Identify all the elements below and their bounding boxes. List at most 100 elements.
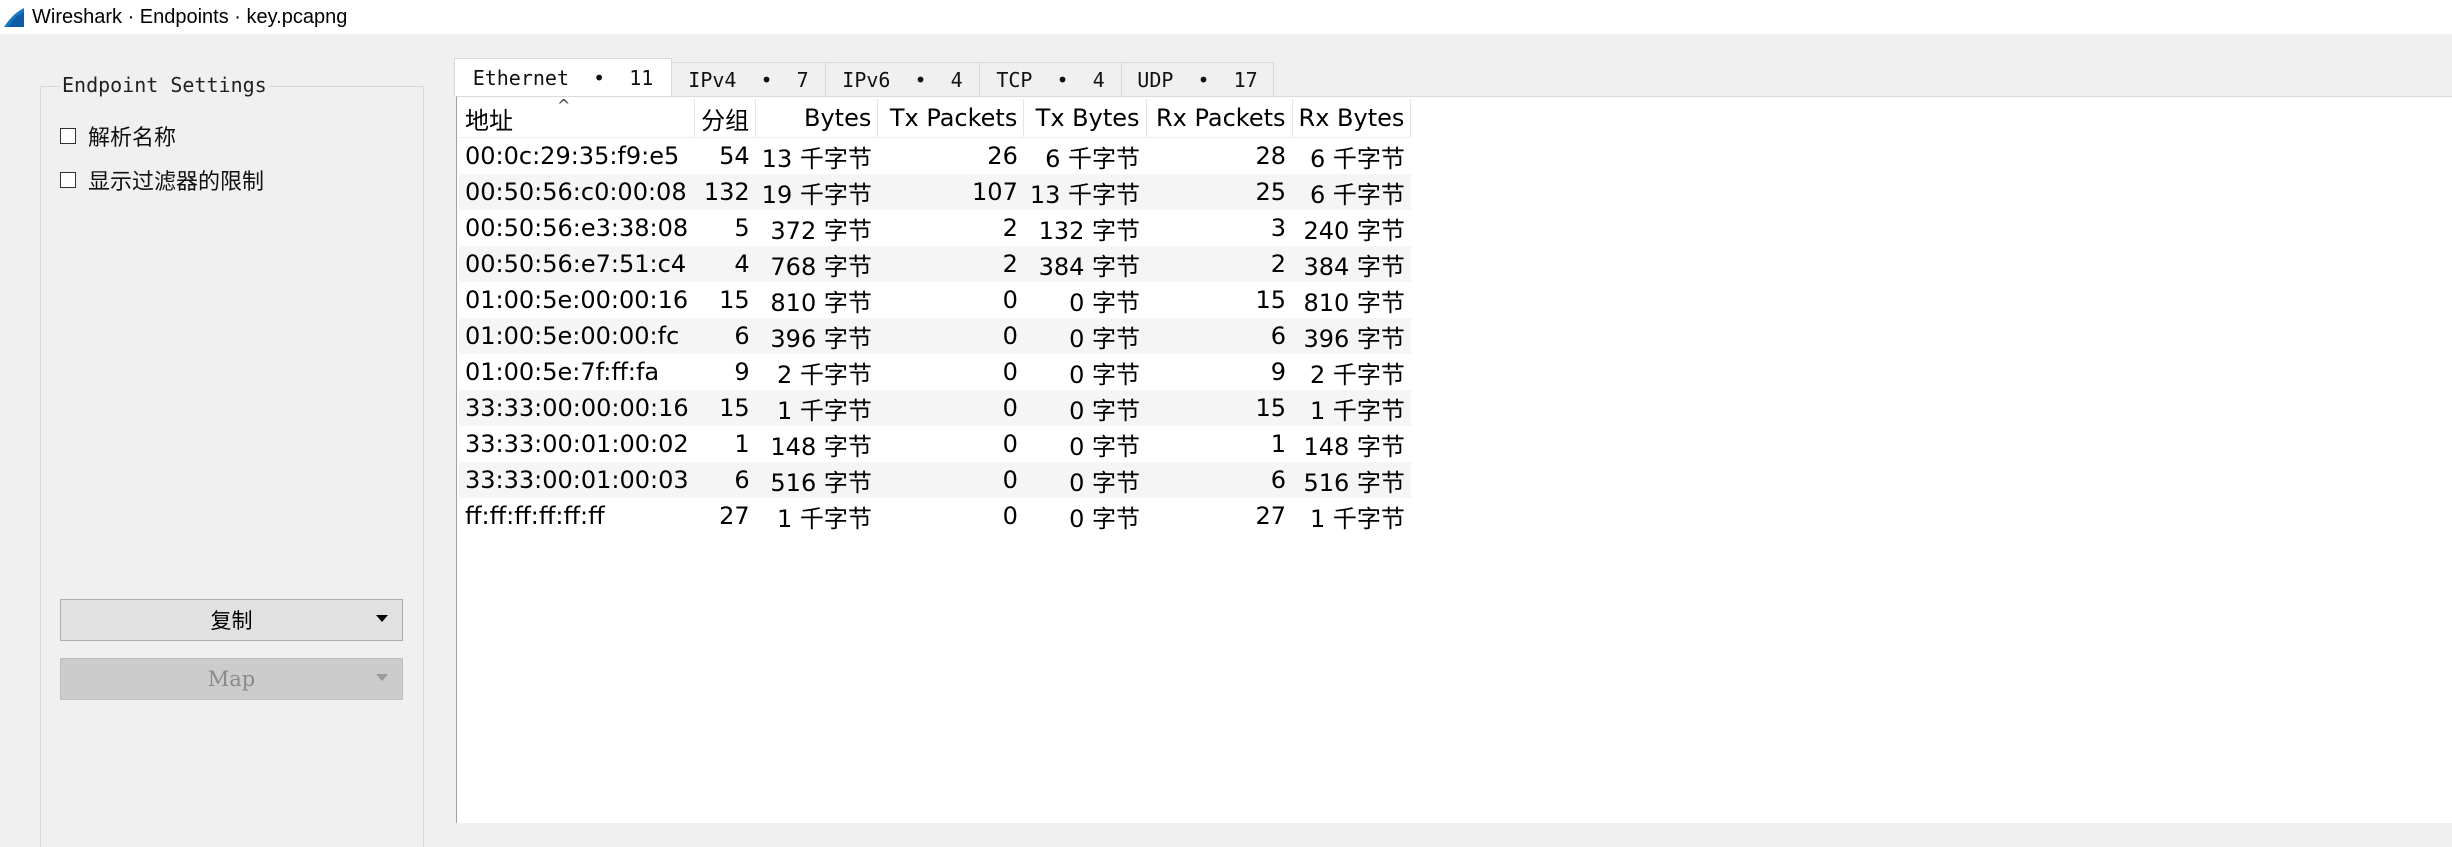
limit-to-filter-checkbox[interactable] [60,172,76,188]
table-cell: 0 [1002,430,1018,458]
endpoint-settings-group [40,86,424,847]
table-cell: 01:00:5e:00:00:16 [465,286,689,314]
endpoints-pane: ^ 地址 分组 Bytes Tx Packets Tx Bytes Rx Pac… [456,96,2452,823]
table-cell: 1 千字节 [1292,390,1411,426]
table-cell: 6 千字节 [1309,144,1405,173]
table-cell: 54 [719,142,750,170]
column-header-bytes[interactable]: Bytes [755,99,879,138]
tab-ipv4[interactable]: IPv4 • 7 [671,62,826,96]
table-cell: 4 [694,246,756,282]
tab-ipv6-label: IPv6 • 4 [842,67,963,92]
table-cell: 00:50:56:e3:38:08 [465,214,689,242]
table-cell: 107 [877,174,1024,210]
table-cell: 0 字节 [1069,504,1141,533]
table-cell: 6 [1146,462,1293,498]
tab-ipv4-label: IPv4 • 7 [688,67,809,92]
table-cell: 1 [1270,430,1287,458]
table-cell: 1 千字节 [755,390,878,426]
table-cell: 516 字节 [755,462,878,498]
table-cell: 13 千字节 [761,144,872,173]
table-cell: 810 字节 [1303,288,1405,317]
table-cell: 33:33:00:01:00:02 [465,430,689,458]
table-row[interactable]: 01:00:5e:00:00:16 15 810 字节 0 0 字节 15 810 字节 [459,282,1411,318]
tab-ipv6[interactable]: IPv6 • 4 [825,62,980,96]
table-cell: 0 [877,390,1024,426]
table-row[interactable]: 00:50:56:e7:51:c4 4 768 字节 2 384 字节 2 384 字节 [459,246,1411,282]
sort-ascending-icon: ^ [557,96,571,115]
limit-to-filter-option[interactable]: 显示过滤器的限制 [60,164,264,196]
table-row[interactable]: ff:ff:ff:ff:ff:ff 27 1 千字节 0 0 字节 27 1 千字节 [459,498,1411,534]
table-cell: 2 [1002,214,1018,242]
table-cell: 132 [694,174,756,210]
column-header-rx-bytes[interactable]: Rx Bytes [1292,99,1412,138]
table-cell: 0 字节 [1069,432,1141,461]
tab-udp-label: UDP • 17 [1137,67,1258,92]
tab-tcp-label: TCP • 4 [996,67,1105,92]
table-cell: 0 [877,462,1024,498]
endpoints-table: ^ 地址 分组 Bytes Tx Packets Tx Bytes Rx Pac… [459,96,1412,534]
table-cell: 384 字节 [1023,246,1147,282]
table-cell: 26 [987,142,1018,170]
table-cell: 810 字节 [770,288,872,317]
tab-ethernet-label: Ethernet • 11 [472,65,654,90]
table-cell: 0 字节 [1023,462,1147,498]
title-bar: Wireshark · Endpoints · key.pcapng [0,0,2452,34]
table-cell: 0 字节 [1069,360,1141,389]
table-cell: 148 字节 [1303,432,1405,461]
table-row[interactable]: 33:33:00:01:00:02 1 148 字节 0 0 字节 1 148 字节 [459,426,1411,462]
resolve-names-option[interactable]: 解析名称 [60,120,176,152]
table-cell: 384 字节 [1292,246,1411,282]
resolve-names-label: 解析名称 [88,126,177,151]
table-cell: 1 千字节 [776,504,872,533]
table-cell: 240 字节 [1303,216,1405,245]
tab-tcp[interactable]: TCP • 4 [979,62,1122,96]
table-cell: 0 [1002,286,1018,314]
table-cell: 15 [694,390,756,426]
table-cell: 0 [1002,502,1018,530]
table-cell: 148 字节 [770,432,872,461]
wireshark-fin-icon [4,8,24,27]
map-button-label: Map [207,667,256,691]
copy-button-label: 复制 [210,609,253,633]
table-cell: 0 字节 [1023,318,1147,354]
column-header-address[interactable]: ^ 地址 [459,96,696,138]
table-row[interactable]: 33:33:00:00:00:16 15 1 千字节 0 0 字节 15 1 千字节 [459,390,1411,426]
chevron-down-icon[interactable] [376,615,388,622]
table-cell: 28 [1255,142,1287,170]
table-row[interactable]: 00:0c:29:35:f9:e5 54 13 千字节 26 6 千字节 28 6 千字节 [459,138,1411,175]
table-cell: 396 字节 [1292,318,1411,354]
table-cell: 2 千字节 [776,360,872,389]
column-header-tx-bytes[interactable]: Tx Bytes [1023,99,1147,138]
table-cell: 6 [1146,318,1293,354]
table-cell: 9 [1270,358,1287,386]
table-cell: 6 [694,462,756,498]
column-header-tx-packets[interactable]: Tx Packets [877,99,1025,138]
table-row[interactable]: 00:50:56:e3:38:08 5 372 字节 2 132 字节 3 240 字节 [459,210,1411,246]
table-cell: 25 [1146,174,1293,210]
table-cell: 0 [877,318,1024,354]
table-row[interactable]: 01:00:5e:7f:ff:fa 9 2 千字节 0 0 字节 9 2 千字节 [459,354,1411,390]
table-cell: 2 千字节 [1309,360,1405,389]
tab-ethernet[interactable]: Ethernet • 11 [454,58,672,96]
table-cell: 9 [734,358,750,386]
column-header-packets[interactable]: 分组 [694,99,757,138]
resolve-names-checkbox[interactable] [60,128,76,144]
table-row[interactable]: 00:50:56:c0:00:08 132 19 千字节 107 13 千字节 25 6 千… [459,174,1411,210]
table-cell: 01:00:5e:00:00:fc [459,318,695,354]
copy-button[interactable]: 复制 [60,599,403,641]
table-row[interactable]: 01:00:5e:00:00:fc 6 396 字节 0 0 字节 6 396 字节 [459,318,1411,354]
table-cell: 0 [1002,358,1018,386]
tab-udp[interactable]: UDP • 17 [1121,62,1274,96]
table-row[interactable]: 33:33:00:01:00:03 6 516 字节 0 0 字节 6 516 字节 [459,462,1411,498]
table-cell: 5 [734,214,750,242]
column-header-rx-packets[interactable]: Rx Packets [1146,99,1293,138]
table-cell: 0 字节 [1069,288,1141,317]
window-title: Wireshark · Endpoints · key.pcapng [32,5,348,28]
protocol-tabs: Ethernet • 11 IPv4 • 7 IPv6 • 4 TCP • 4 … [454,58,1274,96]
table-cell: 396 字节 [755,318,878,354]
table-cell: 27 [719,502,750,530]
endpoint-settings-title: Endpoint Settings [60,73,269,97]
table-cell: 1 [734,430,750,458]
table-cell: 33:33:00:00:00:16 [459,390,695,426]
map-button: Map [60,658,403,700]
